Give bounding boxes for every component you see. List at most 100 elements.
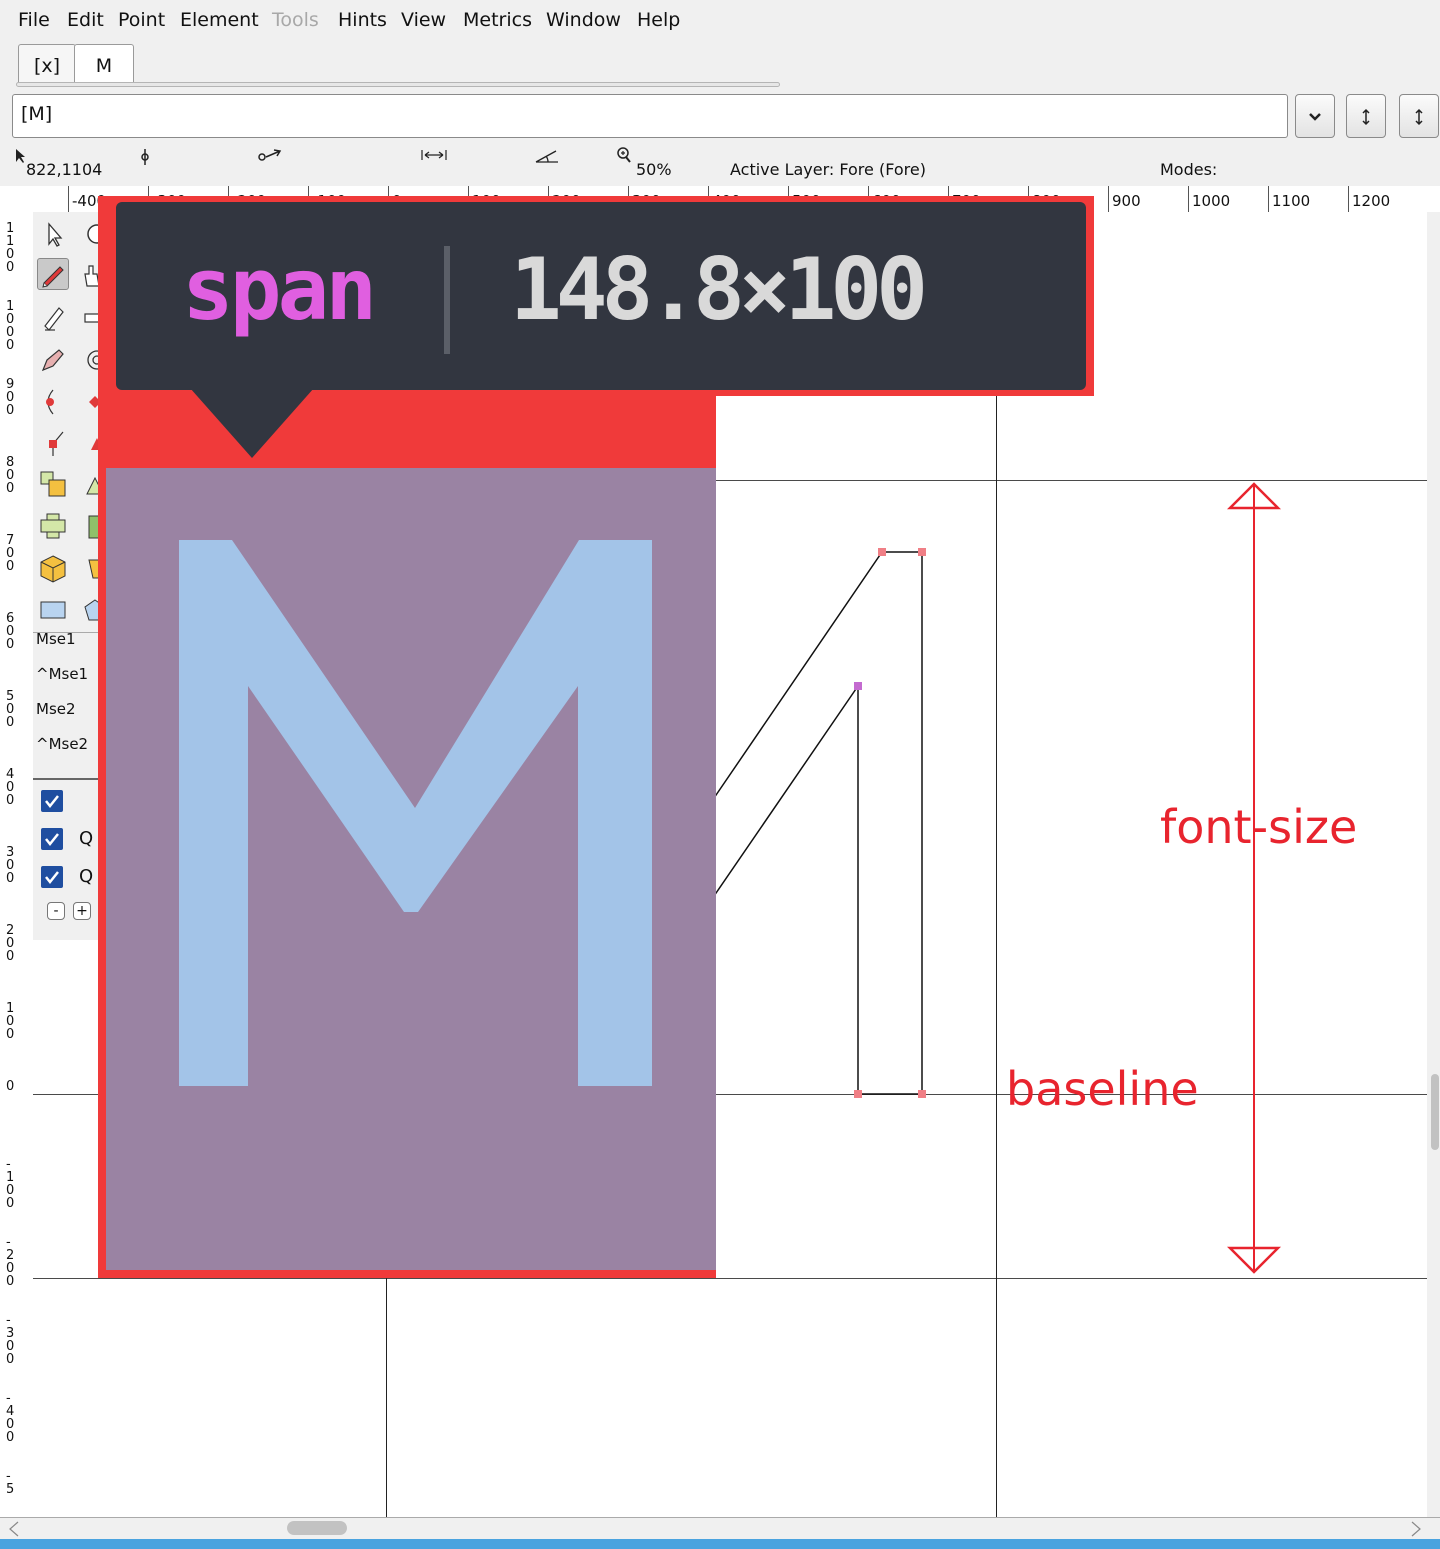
ruler-label: 1000 xyxy=(1192,192,1231,210)
menu-tools[interactable]: Tools xyxy=(272,9,319,31)
ruler-label: 0 xyxy=(6,1079,15,1094)
vertical-scrollbar[interactable] xyxy=(1427,212,1440,1517)
glyph-name-field[interactable]: [M] xyxy=(12,94,1288,138)
outline-point[interactable] xyxy=(854,1090,862,1098)
checkmark-icon xyxy=(45,795,59,809)
ruler-label: 1100 xyxy=(1272,192,1311,210)
scroll-right-icon[interactable] xyxy=(1410,1520,1422,1538)
inspector-tooltip: span 148.8×100 xyxy=(116,202,1086,390)
glyph-dropdown-button[interactable] xyxy=(1295,94,1335,138)
modes-label: Modes: xyxy=(1160,160,1218,179)
menu-help[interactable]: Help xyxy=(637,9,680,31)
ruler-label: 900 xyxy=(6,377,15,418)
menu-bar: File Edit Point Element Tools Hints View… xyxy=(0,0,1440,42)
mouse1-label: Mse1 xyxy=(36,630,76,648)
outline-point[interactable] xyxy=(918,1090,926,1098)
fountain-pen-icon xyxy=(41,349,64,372)
ruler-label: 1200 xyxy=(1352,192,1391,210)
knife-tool[interactable] xyxy=(37,302,69,334)
arrow-pointer-icon xyxy=(48,222,63,247)
up-down-arrow-icon xyxy=(1362,108,1370,126)
span-content-highlight xyxy=(106,468,716,1270)
ruler-label: 100 xyxy=(6,1001,15,1042)
ctrl-mouse2-label: ^Mse2 xyxy=(36,735,89,753)
layer-checkbox[interactable] xyxy=(41,828,63,850)
chevron-down-icon xyxy=(1309,113,1321,121)
tab-m[interactable]: M xyxy=(74,44,134,86)
menu-file[interactable]: File xyxy=(18,9,50,31)
magnifier-icon xyxy=(617,147,631,163)
ruler-label: 1100 xyxy=(6,221,15,275)
curve-point-tool[interactable] xyxy=(37,386,69,418)
glyph-outline[interactable] xyxy=(700,530,940,1110)
3d-rotate-tool[interactable] xyxy=(37,552,69,584)
element-dimensions: 148.8×100 xyxy=(510,240,928,340)
scale-icon xyxy=(40,471,66,497)
ruler-label: -400 xyxy=(6,1391,15,1445)
ruler-label: 500 xyxy=(6,689,15,730)
up-down-arrow-icon xyxy=(1415,108,1423,126)
ruler-tick xyxy=(1268,186,1269,212)
menu-point[interactable]: Point xyxy=(118,9,165,31)
ruler-label: 600 xyxy=(6,611,15,652)
outline-point[interactable] xyxy=(854,682,862,690)
mouse2-label: Mse2 xyxy=(36,700,76,718)
outline-point[interactable] xyxy=(878,548,886,556)
letter-m-glyph xyxy=(179,540,652,1086)
font-size-annotation: font-size xyxy=(1160,800,1358,854)
checkmark-icon xyxy=(45,833,59,847)
cursor-coordinates: 822,1104 xyxy=(26,160,103,179)
window-bottom-edge xyxy=(0,1539,1440,1549)
ruler-label: -300 xyxy=(6,1313,15,1367)
layer-order-button[interactable] xyxy=(1346,94,1386,138)
freehand-pencil-tool[interactable] xyxy=(37,258,69,290)
horizontal-scroll-thumb[interactable] xyxy=(287,1521,347,1535)
layer-label: Q xyxy=(79,828,94,849)
pointer-icon xyxy=(16,149,25,163)
layer-checkbox[interactable] xyxy=(41,790,63,812)
point-icon xyxy=(141,149,149,165)
options-button[interactable] xyxy=(1399,94,1439,138)
ruler-tick xyxy=(68,186,69,212)
ruler-label: 200 xyxy=(6,923,15,964)
cube-icon xyxy=(40,555,66,583)
ruler-label: 300 xyxy=(6,845,15,886)
menu-edit[interactable]: Edit xyxy=(67,9,104,31)
pen-tool[interactable] xyxy=(37,344,69,376)
menu-element[interactable]: Element xyxy=(180,9,259,31)
ruler-label: -5 xyxy=(6,1469,15,1497)
zoom-level: 50% xyxy=(636,160,672,179)
ruler-tick xyxy=(1348,186,1349,212)
tangent-point-icon xyxy=(49,431,64,456)
ruler-label: 400 xyxy=(6,767,15,808)
rectangle-icon xyxy=(40,601,66,619)
descender-guide xyxy=(33,1278,1427,1279)
tooltip-divider xyxy=(444,246,450,354)
pointer-tool[interactable] xyxy=(37,218,69,250)
scroll-left-icon[interactable] xyxy=(8,1520,20,1538)
tab-x[interactable]: [x] xyxy=(18,44,76,86)
vertical-scroll-thumb[interactable] xyxy=(1431,1074,1439,1150)
pencil-icon xyxy=(42,266,64,288)
rectangle-tool[interactable] xyxy=(37,594,69,626)
menu-view[interactable]: View xyxy=(401,9,446,31)
layer-checkbox[interactable] xyxy=(41,866,63,888)
scale-tool[interactable] xyxy=(37,468,69,500)
tab-scroll-indicator xyxy=(16,82,780,87)
ruler-label: -200 xyxy=(6,1235,15,1289)
menu-window[interactable]: Window xyxy=(546,9,621,31)
ruler-label: -100 xyxy=(6,1157,15,1211)
remove-layer-button[interactable]: - xyxy=(47,902,65,920)
tangent-point-tool[interactable] xyxy=(37,426,69,458)
advance-width-guide xyxy=(996,212,997,1517)
glyph-name-row: [M] xyxy=(0,90,1440,142)
ruler-tick xyxy=(1108,186,1109,212)
outline-point[interactable] xyxy=(918,548,926,556)
ruler-label: 800 xyxy=(6,455,15,496)
horizontal-scrollbar[interactable] xyxy=(0,1517,1440,1540)
add-layer-button[interactable]: + xyxy=(73,902,91,920)
menu-metrics[interactable]: Metrics xyxy=(463,9,532,31)
flip-tool[interactable] xyxy=(37,510,69,542)
menu-hints[interactable]: Hints xyxy=(338,9,387,31)
font-size-arrow xyxy=(1226,482,1282,1274)
